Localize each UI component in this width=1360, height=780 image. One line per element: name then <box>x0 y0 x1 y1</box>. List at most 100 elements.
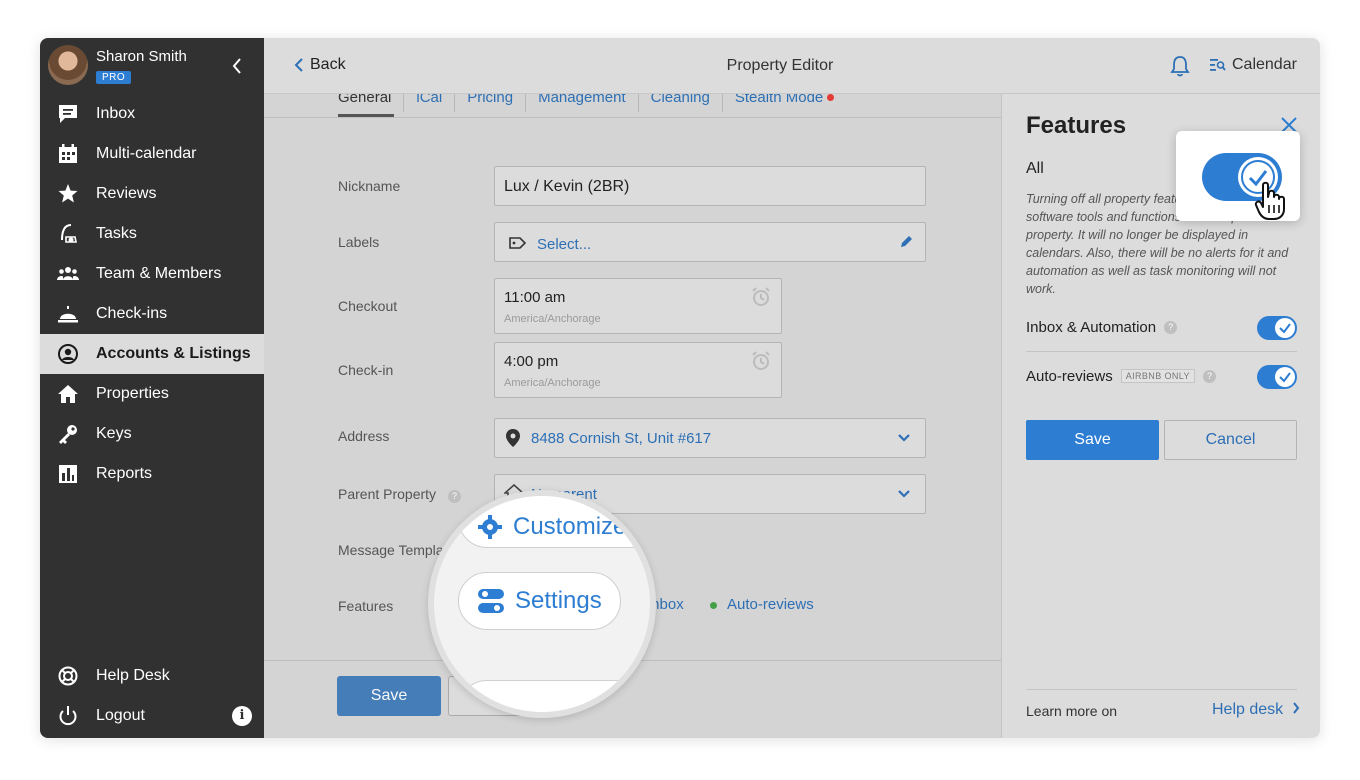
tag-icon <box>509 237 527 249</box>
panel-cancel-button[interactable]: Cancel <box>1164 420 1297 460</box>
nickname-field[interactable]: Lux / Kevin (2BR) <box>494 166 926 206</box>
tab-bar: General iCal Pricing Management Cleaning… <box>338 94 846 118</box>
sidebar-item-properties[interactable]: Properties <box>40 374 264 414</box>
help-icon[interactable]: ? <box>1164 320 1178 334</box>
sidebar-item-label: Properties <box>96 385 169 402</box>
inbox-automation-toggle[interactable] <box>1257 316 1297 340</box>
chevron-down-icon <box>898 434 910 442</box>
sidebar-item-reports[interactable]: Reports <box>40 454 264 494</box>
settings-button[interactable]: Settings <box>458 572 621 630</box>
sidebar-item-label: Reports <box>96 465 153 482</box>
nickname-value: Lux / Kevin (2BR) <box>504 178 630 195</box>
calendar-search-icon <box>1210 59 1226 71</box>
sidebar-item-reviews[interactable]: Reviews <box>40 174 264 214</box>
customize-label: Customize <box>513 513 627 540</box>
panel-title: Features <box>1026 112 1127 139</box>
address-select[interactable]: 8488 Cornish St, Unit #617 <box>494 418 926 458</box>
labels-label: Labels <box>338 234 380 250</box>
help-icon[interactable]: ? <box>1202 369 1216 383</box>
user-name: Sharon Smith <box>96 48 187 65</box>
key-icon <box>59 425 77 444</box>
features-auto-reviews[interactable]: Auto-reviews <box>710 596 814 613</box>
sidebar-item-team[interactable]: Team & Members <box>40 254 264 294</box>
checkin-time: 4:00 pm <box>504 353 559 370</box>
checkin-timezone: America/Anchorage <box>504 377 601 389</box>
sidebar-nav: Inbox Multi-calendar Reviews Tasks Team … <box>40 94 264 494</box>
tab-management[interactable]: Management <box>526 94 639 112</box>
parent-property-label: Parent Property ? <box>338 486 461 503</box>
tab-cleaning[interactable]: Cleaning <box>639 94 723 112</box>
sidebar-item-accounts-listings[interactable]: Accounts & Listings <box>40 334 264 374</box>
team-icon <box>57 267 79 280</box>
message-templates-label: Message Templat <box>338 542 448 558</box>
address-value: 8488 Cornish St, Unit #617 <box>531 430 712 447</box>
sidebar-item-label: Tasks <box>96 225 137 242</box>
calendar-label: Calendar <box>1232 56 1297 73</box>
checkin-time-field[interactable]: 4:00 pm America/Anchorage <box>494 342 782 398</box>
labels-select[interactable]: Select... <box>494 222 926 262</box>
power-icon <box>59 706 77 726</box>
settings-label: Settings <box>515 587 602 614</box>
sidebar-item-label: Accounts & Listings <box>96 345 251 362</box>
sidebar-item-tasks[interactable]: Tasks <box>40 214 264 254</box>
customize-button[interactable]: Customize <box>458 496 650 548</box>
auto-reviews-label: Auto-reviews <box>1026 367 1113 385</box>
check-icon <box>1279 323 1291 334</box>
checkin-label: Check-in <box>338 362 394 378</box>
checkout-time: 11:00 am <box>504 289 566 306</box>
sidebar-item-inbox[interactable]: Inbox <box>40 94 264 134</box>
checkout-timezone: America/Anchorage <box>504 313 601 325</box>
labels-placeholder: Select... <box>537 236 592 253</box>
reports-icon <box>59 465 77 483</box>
pencil-icon[interactable] <box>899 235 913 249</box>
hand-cursor-icon <box>1254 181 1285 220</box>
inbox-automation-row: Inbox & Automation ? <box>1026 304 1297 350</box>
pro-badge: PRO <box>96 71 132 84</box>
sidebar-item-label: Keys <box>96 425 132 442</box>
tab-label: Stealth Mode <box>734 94 824 106</box>
auto-reviews-toggle[interactable] <box>1257 365 1297 389</box>
calendar-icon <box>59 144 77 163</box>
chevron-left-icon[interactable] <box>230 56 244 76</box>
learn-more-text: Learn more on <box>1026 703 1118 719</box>
user-profile[interactable]: Sharon Smith PRO <box>40 38 264 94</box>
tab-pricing[interactable]: Pricing <box>455 94 527 112</box>
auto-reviews-link: Auto-reviews <box>727 596 814 613</box>
alarm-clock-icon <box>752 351 770 370</box>
all-features-label: All <box>1026 160 1044 177</box>
sidebar-item-label: Check-ins <box>96 305 168 322</box>
sidebar-item-multi-calendar[interactable]: Multi-calendar <box>40 134 264 174</box>
panel-save-button[interactable]: Save <box>1026 420 1159 460</box>
chevron-right-icon <box>1292 702 1299 714</box>
map-pin-icon <box>506 429 520 447</box>
checkout-time-field[interactable]: 11:00 am America/Anchorage <box>494 278 782 334</box>
sidebar-item-keys[interactable]: Keys <box>40 414 264 454</box>
tab-general[interactable]: General <box>338 94 405 112</box>
tab-stealth-mode[interactable]: Stealth Mode <box>723 94 846 112</box>
tab-ical[interactable]: iCal <box>404 94 456 112</box>
info-icon[interactable]: i <box>232 706 252 726</box>
sidebar-item-check-ins[interactable]: Check-ins <box>40 294 264 334</box>
sidebar-item-label: Help Desk <box>96 667 170 684</box>
checkout-label: Checkout <box>338 298 398 314</box>
help-icon[interactable]: ? <box>447 490 461 503</box>
help-desk-label: Help desk <box>1212 701 1284 718</box>
alarm-clock-icon <box>752 287 770 306</box>
help-desk-link[interactable]: Help desk <box>1212 701 1300 719</box>
divider <box>264 117 1001 118</box>
sidebar-bottom: Help Desk Logout i <box>40 656 264 736</box>
sidebar-item-label: Logout <box>96 707 145 724</box>
bell-icon[interactable] <box>1170 55 1190 77</box>
airbnb-only-badge: AIRBNB ONLY <box>1120 369 1195 383</box>
sidebar-item-logout[interactable]: Logout i <box>40 696 264 736</box>
check-icon <box>1279 372 1291 383</box>
parent-property-text: Parent Property <box>338 486 437 502</box>
top-header: Back Property Editor Calendar <box>264 38 1320 94</box>
calendar-link[interactable]: Calendar <box>1210 56 1297 74</box>
save-button[interactable]: Save <box>337 676 441 716</box>
sidebar-item-label: Reviews <box>96 185 157 202</box>
sidebar-item-help-desk[interactable]: Help Desk <box>40 656 264 696</box>
address-label: Address <box>338 428 390 444</box>
all-features-toggle-callout <box>1176 131 1300 221</box>
auto-reviews-row: Auto-reviews AIRBNB ONLY ? <box>1026 353 1297 399</box>
